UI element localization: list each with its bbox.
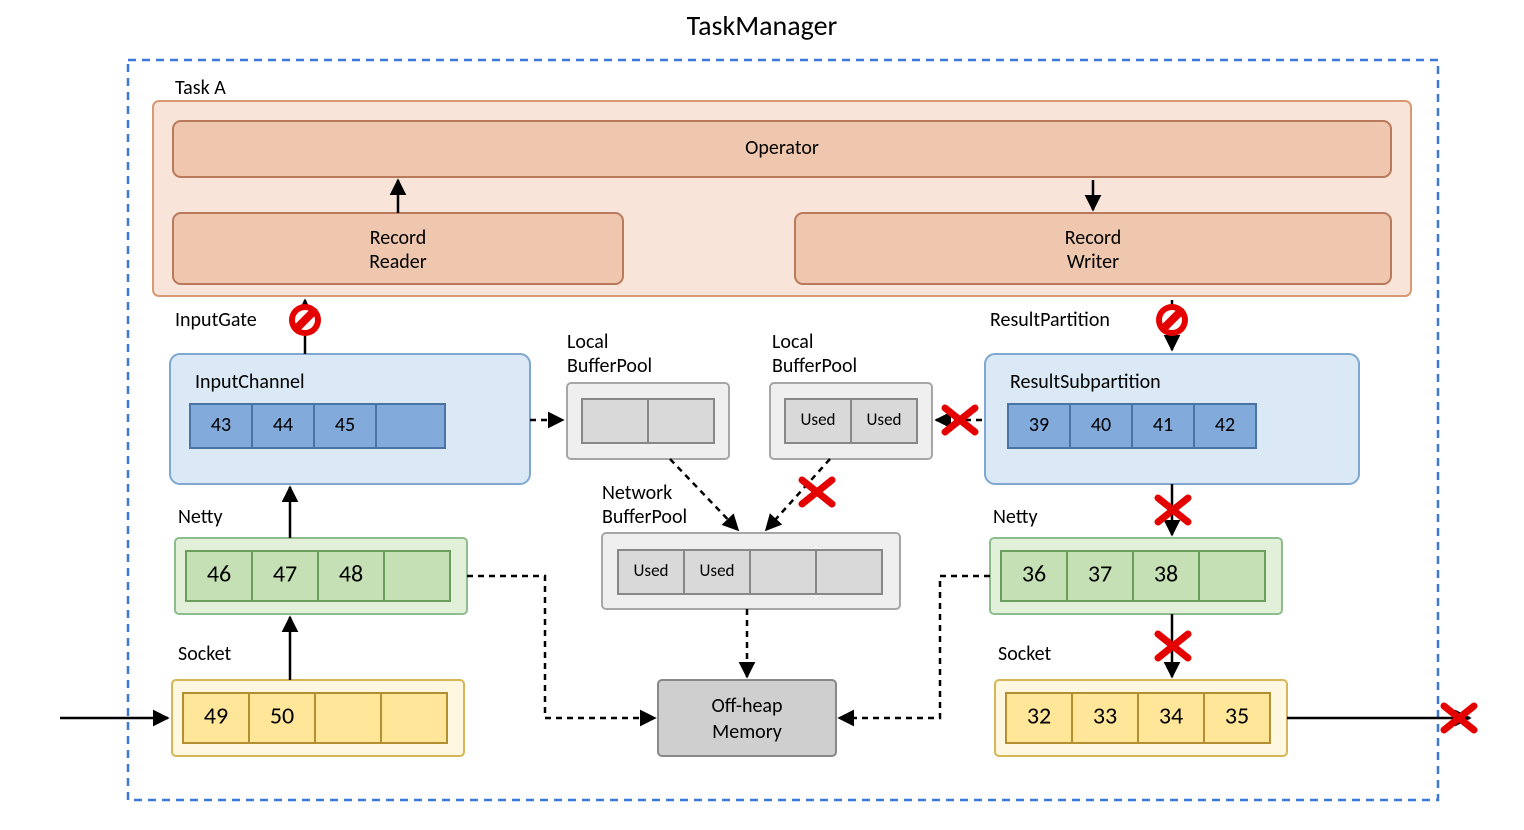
svg-text:33: 33 — [1093, 702, 1117, 731]
svg-text:32: 32 — [1027, 702, 1051, 731]
svg-text:36: 36 — [1022, 560, 1046, 589]
record-writer-l2: Writer — [1067, 250, 1119, 274]
resultsubpartition-cells: 39 40 41 42 — [1008, 404, 1256, 448]
svg-text:46: 46 — [207, 560, 231, 589]
svg-text:49: 49 — [204, 702, 228, 731]
svg-text:Netty: Netty — [178, 505, 223, 529]
inputgate-label: InputGate — [175, 308, 257, 332]
operator-label: Operator — [745, 136, 819, 160]
svg-text:34: 34 — [1159, 702, 1183, 731]
record-reader-l1: Record — [370, 226, 427, 250]
svg-text:44: 44 — [273, 413, 293, 437]
svg-text:40: 40 — [1091, 413, 1111, 437]
svg-text:Socket: Socket — [178, 642, 231, 666]
record-reader-l2: Reader — [369, 250, 426, 274]
svg-text:Memory: Memory — [712, 720, 782, 744]
task-a-label: Task A — [175, 76, 226, 100]
svg-text:41: 41 — [1153, 413, 1173, 437]
svg-text:Network: Network — [602, 481, 672, 505]
svg-text:Netty: Netty — [993, 505, 1038, 529]
svg-text:43: 43 — [211, 413, 231, 437]
svg-text:47: 47 — [273, 560, 297, 589]
svg-text:Used: Used — [700, 560, 735, 581]
svg-text:Off-heap: Off-heap — [711, 694, 782, 718]
record-writer-l1: Record — [1065, 226, 1122, 250]
svg-text:39: 39 — [1029, 413, 1049, 437]
svg-text:BufferPool: BufferPool — [567, 354, 652, 378]
svg-text:Used: Used — [634, 560, 669, 581]
inputchannel-label: InputChannel — [195, 370, 305, 394]
svg-text:48: 48 — [339, 560, 363, 589]
svg-text:Local: Local — [567, 330, 608, 354]
svg-text:BufferPool: BufferPool — [602, 505, 687, 529]
svg-text:Used: Used — [867, 409, 902, 430]
svg-text:37: 37 — [1088, 560, 1112, 589]
svg-text:42: 42 — [1215, 413, 1235, 437]
diagram-title: TaskManager — [687, 8, 838, 43]
prohibit-icon — [1156, 304, 1188, 336]
svg-text:BufferPool: BufferPool — [772, 354, 857, 378]
offheap-box — [658, 680, 836, 756]
svg-text:Used: Used — [801, 409, 836, 430]
svg-text:50: 50 — [270, 702, 294, 731]
svg-text:Socket: Socket — [998, 642, 1051, 666]
resultsubpartition-label: ResultSubpartition — [1010, 370, 1161, 394]
svg-text:Local: Local — [772, 330, 813, 354]
resultpartition-label: ResultPartition — [990, 308, 1110, 332]
svg-text:38: 38 — [1154, 560, 1178, 589]
svg-text:45: 45 — [335, 413, 355, 437]
taskmanager-diagram: TaskManager Task A Operator Record Reade… — [0, 0, 1524, 830]
inputchannel-cells: 43 44 45 — [190, 404, 445, 448]
svg-text:35: 35 — [1225, 702, 1249, 731]
prohibit-icon — [289, 304, 321, 336]
